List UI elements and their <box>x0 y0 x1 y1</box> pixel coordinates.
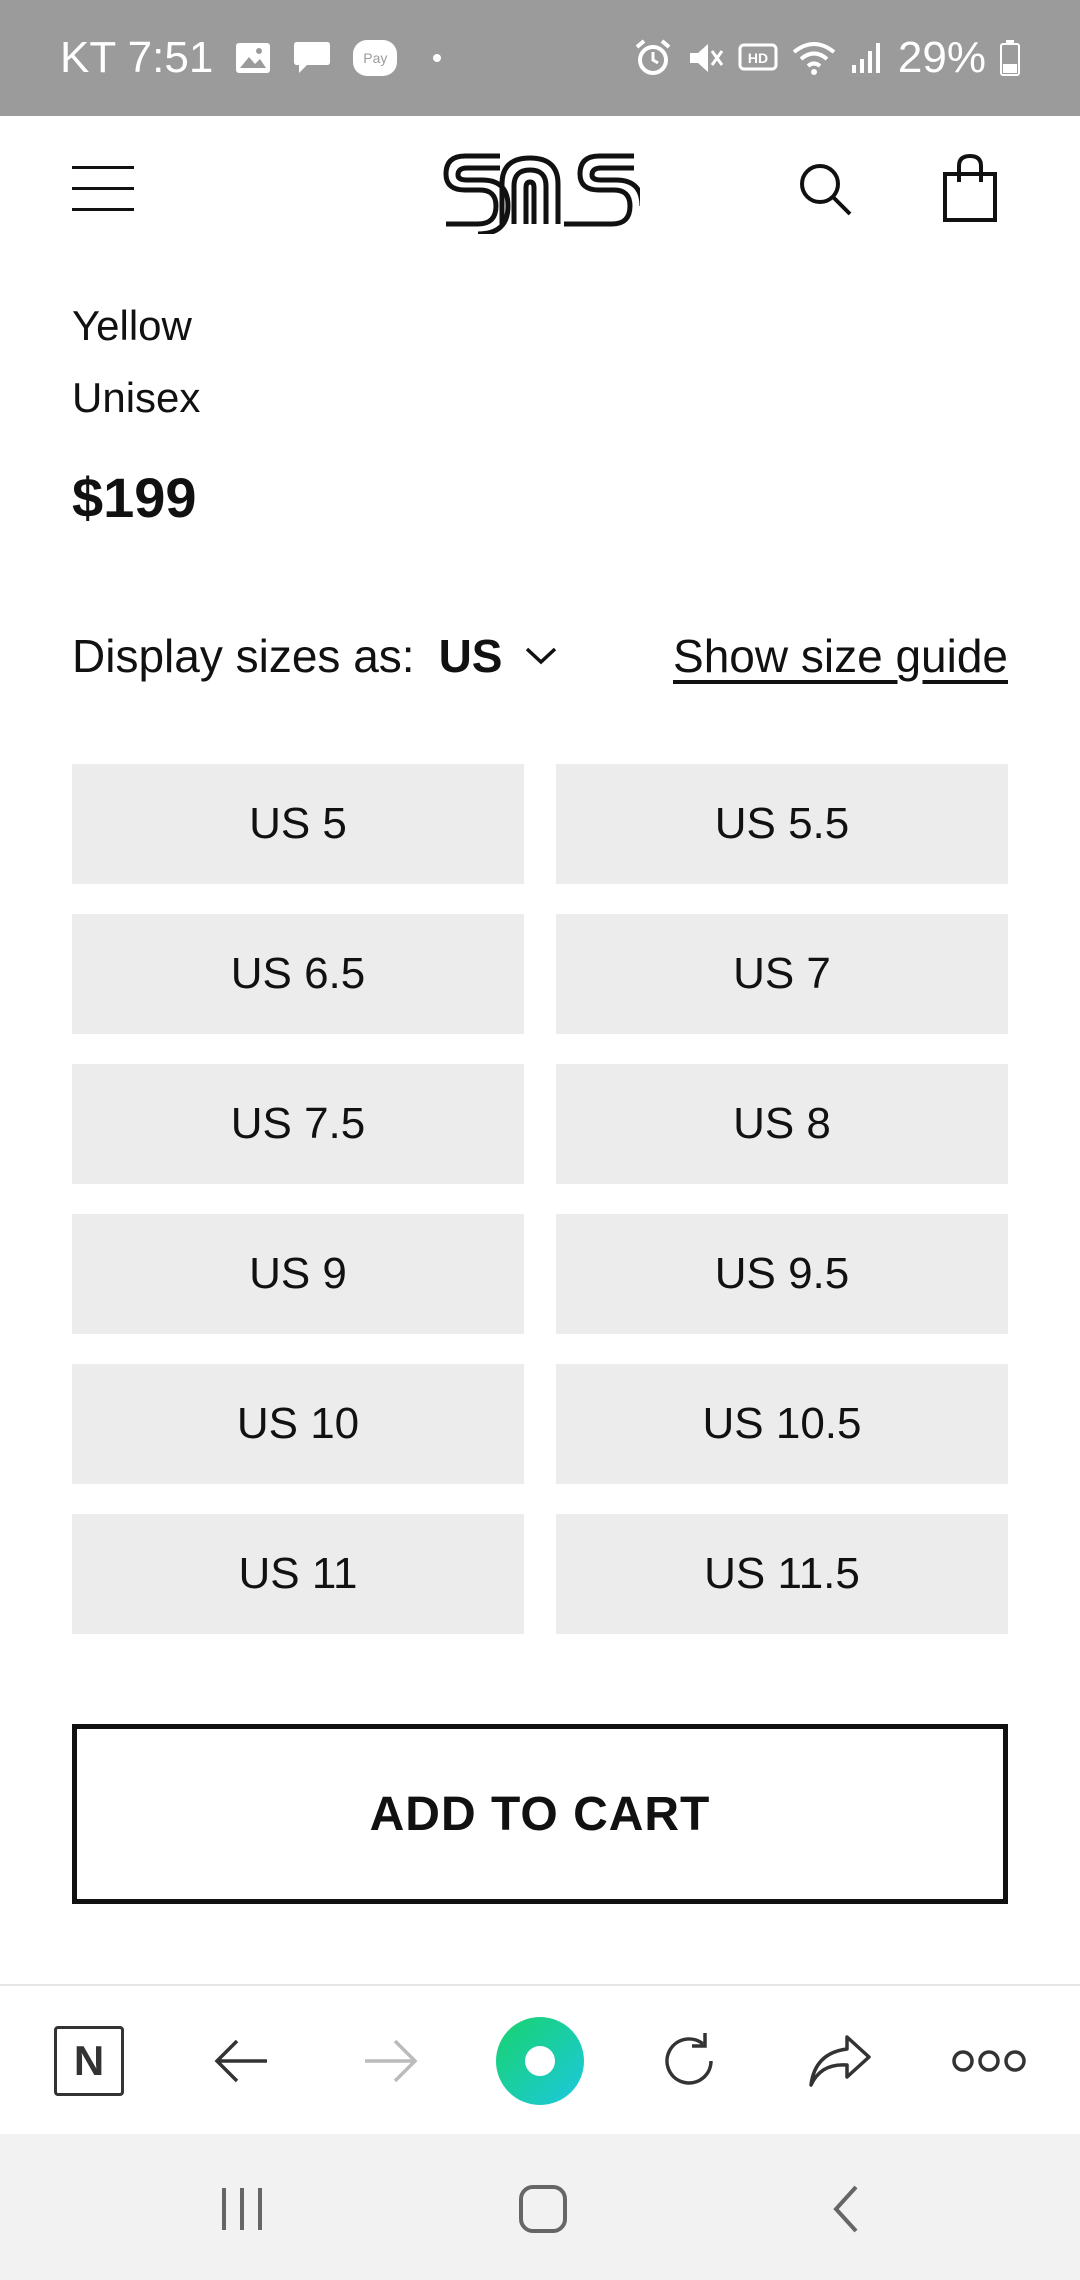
system-navigation-bar <box>0 2134 1080 2280</box>
status-time: KT 7:51 <box>60 33 214 82</box>
pay-icon: Pay <box>353 40 398 76</box>
mute-icon <box>686 39 724 77</box>
size-system-select[interactable]: US <box>439 629 559 683</box>
shopping-bag-icon[interactable] <box>940 153 1000 224</box>
back-icon[interactable] <box>806 2174 886 2244</box>
size-option[interactable]: US 11.5 <box>556 1514 1008 1634</box>
more-options-icon[interactable] <box>944 2016 1034 2106</box>
status-bar: KT 7:51 Pay HD 29% <box>0 0 1080 116</box>
size-option[interactable]: US 9 <box>72 1214 524 1334</box>
size-option[interactable]: US 6.5 <box>72 914 524 1034</box>
notification-dot-icon <box>433 54 442 62</box>
naver-home-button[interactable]: N <box>44 2016 134 2106</box>
site-header <box>0 116 1080 266</box>
product-gender: Unisex <box>72 374 201 421</box>
svg-text:HD: HD <box>748 50 768 66</box>
size-system-value: US <box>438 630 503 682</box>
share-icon[interactable] <box>795 2016 885 2106</box>
size-option[interactable]: US 9.5 <box>556 1214 1008 1334</box>
product-color: Yellow <box>72 302 192 349</box>
hd-icon: HD <box>738 41 778 75</box>
display-sizes-label: Display sizes as: <box>72 630 415 682</box>
browser-toolbar: N <box>0 1984 1080 2134</box>
search-icon[interactable] <box>796 160 856 220</box>
size-grid: US 5 US 5.5 US 6.5 US 7 US 7.5 US 8 US 9… <box>72 764 1008 1634</box>
size-option[interactable]: US 11 <box>72 1514 524 1634</box>
battery-percent: 29% <box>897 33 986 82</box>
home-icon[interactable] <box>503 2174 583 2244</box>
size-option[interactable]: US 8 <box>556 1064 1008 1184</box>
size-option[interactable]: US 7 <box>556 914 1008 1034</box>
sns-logo[interactable] <box>440 144 645 237</box>
battery-icon <box>1000 40 1020 76</box>
size-option[interactable]: US 10.5 <box>556 1364 1008 1484</box>
refresh-icon[interactable] <box>644 2016 734 2106</box>
add-to-cart-button[interactable]: ADD TO CART <box>72 1724 1008 1904</box>
size-option[interactable]: US 5 <box>72 764 524 884</box>
n-icon: N <box>54 2026 124 2096</box>
show-size-guide-link[interactable]: Show size guide <box>673 629 1008 683</box>
size-option[interactable]: US 5.5 <box>556 764 1008 884</box>
chevron-down-icon <box>526 647 557 665</box>
gallery-icon <box>235 42 271 74</box>
signal-icon <box>850 41 884 75</box>
hamburger-menu-icon[interactable] <box>72 166 138 212</box>
green-dot-button-icon[interactable] <box>495 2016 585 2106</box>
wifi-icon <box>792 40 836 76</box>
size-option[interactable]: US 10 <box>72 1364 524 1484</box>
recent-apps-icon[interactable] <box>202 2174 282 2244</box>
product-price: $199 <box>72 466 197 529</box>
back-arrow-icon[interactable] <box>196 2016 286 2106</box>
forward-arrow-icon[interactable] <box>346 2016 436 2106</box>
size-display-row: Display sizes as: US Show size guide <box>72 625 1008 687</box>
product-details: Yellow Unisex <box>72 290 200 434</box>
size-option[interactable]: US 7.5 <box>72 1064 524 1184</box>
alarm-icon <box>634 39 672 77</box>
message-icon <box>293 40 331 76</box>
